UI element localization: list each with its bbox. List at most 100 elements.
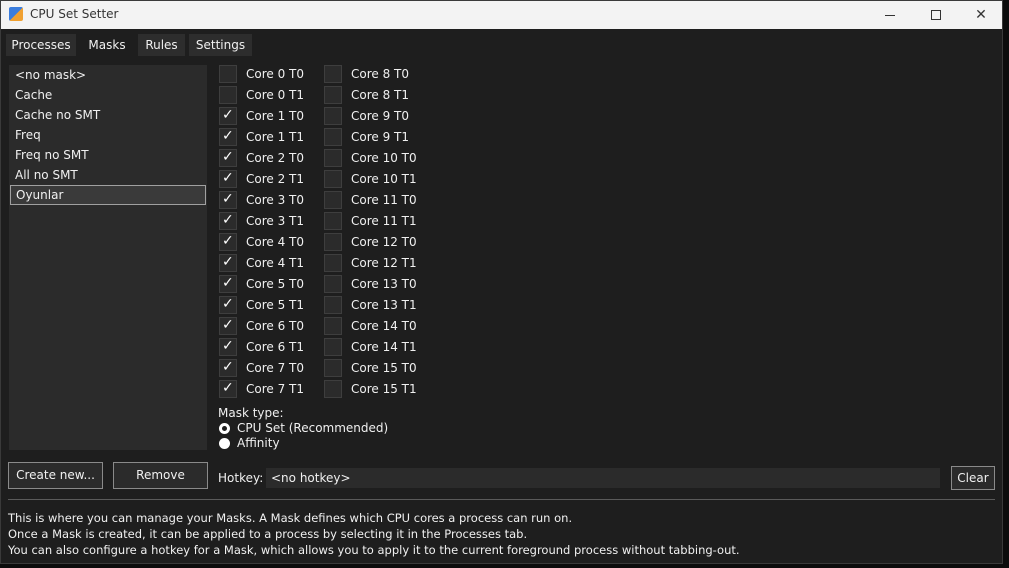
core-checkbox[interactable]: ✓ xyxy=(219,106,237,125)
core-checkbox-label: Core 11 T0 xyxy=(351,192,417,207)
radio-cpu-set[interactable]: CPU Set (Recommended) xyxy=(219,421,388,435)
core-checkbox-row[interactable]: Core 9 T1 xyxy=(324,126,417,147)
core-checkbox[interactable]: ✓ xyxy=(219,379,237,398)
tab-rules[interactable]: Rules xyxy=(138,34,185,56)
mask-list-item[interactable]: Cache no SMT xyxy=(9,105,207,125)
remove-button[interactable]: Remove xyxy=(113,462,208,489)
core-checkbox-row[interactable]: Core 13 T0 xyxy=(324,273,417,294)
core-checkbox[interactable]: ✓ xyxy=(219,295,237,314)
core-checkbox[interactable]: ✓ xyxy=(219,253,237,272)
core-checkbox-row[interactable]: ✓ Core 3 T0 xyxy=(219,189,304,210)
core-checkbox[interactable] xyxy=(324,85,342,104)
core-checkbox[interactable] xyxy=(324,295,342,314)
core-checkbox-label: Core 13 T0 xyxy=(351,276,417,291)
core-checkbox-row[interactable]: ✓ Core 7 T1 xyxy=(219,378,304,399)
core-checkbox-row[interactable]: Core 11 T0 xyxy=(324,189,417,210)
core-checkbox[interactable]: ✓ xyxy=(219,190,237,209)
tab-masks[interactable]: Masks xyxy=(80,34,134,56)
mask-list-item[interactable]: Freq xyxy=(9,125,207,145)
mask-list-item[interactable]: Oyunlar xyxy=(10,185,206,205)
core-checkbox[interactable] xyxy=(219,64,237,83)
checkmark-icon: ✓ xyxy=(222,379,234,396)
core-checkbox-row[interactable]: Core 15 T1 xyxy=(324,378,417,399)
core-checkbox-row[interactable]: ✓ Core 2 T1 xyxy=(219,168,304,189)
core-checkbox[interactable]: ✓ xyxy=(219,358,237,377)
mask-list-item[interactable]: All no SMT xyxy=(9,165,207,185)
core-checkbox-row[interactable]: Core 15 T0 xyxy=(324,357,417,378)
core-checkbox-row[interactable]: Core 12 T1 xyxy=(324,252,417,273)
close-button[interactable]: ✕ xyxy=(958,1,1004,29)
core-checkbox-row[interactable]: ✓ Core 3 T1 xyxy=(219,210,304,231)
maximize-button[interactable] xyxy=(913,1,959,29)
core-checkbox[interactable] xyxy=(324,253,342,272)
app-icon xyxy=(9,7,23,21)
tab-processes[interactable]: Processes xyxy=(6,34,76,56)
core-checkbox-row[interactable]: Core 14 T1 xyxy=(324,336,417,357)
core-checkbox-row[interactable]: ✓ Core 5 T0 xyxy=(219,273,304,294)
core-checkbox[interactable]: ✓ xyxy=(219,316,237,335)
core-checkbox[interactable]: ✓ xyxy=(219,148,237,167)
radio-cpu-set-indicator[interactable] xyxy=(219,422,230,434)
core-checkbox[interactable]: ✓ xyxy=(219,337,237,356)
core-checkbox-row[interactable]: ✓ Core 1 T0 xyxy=(219,105,304,126)
core-checkbox-label: Core 8 T0 xyxy=(351,66,410,81)
create-new-button[interactable]: Create new... xyxy=(8,462,103,489)
core-checkbox-row[interactable]: Core 9 T0 xyxy=(324,105,417,126)
core-checkbox-row[interactable]: ✓ Core 7 T0 xyxy=(219,357,304,378)
checkmark-icon: ✓ xyxy=(222,337,234,354)
core-checkbox[interactable] xyxy=(324,106,342,125)
core-checkbox[interactable]: ✓ xyxy=(219,211,237,230)
core-checkbox-row[interactable]: Core 8 T0 xyxy=(324,63,417,84)
radio-affinity-indicator[interactable] xyxy=(219,437,230,449)
core-checkbox[interactable] xyxy=(324,358,342,377)
core-checkbox-row[interactable]: Core 10 T0 xyxy=(324,147,417,168)
core-checkbox[interactable] xyxy=(324,127,342,146)
clear-hotkey-button[interactable]: Clear xyxy=(951,466,995,490)
core-checkbox-row[interactable]: ✓ Core 6 T1 xyxy=(219,336,304,357)
core-checkbox-row[interactable]: ✓ Core 4 T0 xyxy=(219,231,304,252)
core-checkbox-row[interactable]: ✓ Core 1 T1 xyxy=(219,126,304,147)
core-checkbox[interactable] xyxy=(324,232,342,251)
window-title: CPU Set Setter xyxy=(30,7,119,21)
mask-list-item[interactable]: Freq no SMT xyxy=(9,145,207,165)
core-checkbox[interactable]: ✓ xyxy=(219,232,237,251)
core-checkbox[interactable] xyxy=(324,64,342,83)
core-checkbox-row[interactable]: ✓ Core 2 T0 xyxy=(219,147,304,168)
core-checkbox-row[interactable]: Core 13 T1 xyxy=(324,294,417,315)
checkmark-icon: ✓ xyxy=(222,211,234,228)
core-checkbox[interactable] xyxy=(324,148,342,167)
core-checkbox-row[interactable]: Core 0 T1 xyxy=(219,84,304,105)
core-checkbox[interactable] xyxy=(324,337,342,356)
core-checkbox[interactable] xyxy=(324,169,342,188)
core-checkbox-row[interactable]: ✓ Core 6 T0 xyxy=(219,315,304,336)
core-checkbox-row[interactable]: Core 11 T1 xyxy=(324,210,417,231)
core-checkbox[interactable]: ✓ xyxy=(219,169,237,188)
core-checkbox-row[interactable]: Core 10 T1 xyxy=(324,168,417,189)
core-checkbox-row[interactable]: Core 0 T0 xyxy=(219,63,304,84)
info-text-line-2: Once a Mask is created, it can be applie… xyxy=(8,527,528,541)
checkmark-icon: ✓ xyxy=(222,316,234,333)
minimize-button[interactable] xyxy=(867,1,913,29)
checkmark-icon: ✓ xyxy=(222,148,234,165)
core-checkbox-row[interactable]: Core 8 T1 xyxy=(324,84,417,105)
core-checkbox-row[interactable]: Core 14 T0 xyxy=(324,315,417,336)
core-checkbox[interactable]: ✓ xyxy=(219,274,237,293)
core-checkbox[interactable] xyxy=(324,274,342,293)
radio-affinity[interactable]: Affinity xyxy=(219,436,280,450)
core-checkbox[interactable] xyxy=(324,379,342,398)
mask-list-item[interactable]: <no mask> xyxy=(9,65,207,85)
tab-settings[interactable]: Settings xyxy=(189,34,252,56)
core-checkbox-row[interactable]: ✓ Core 5 T1 xyxy=(219,294,304,315)
core-checkbox[interactable]: ✓ xyxy=(219,127,237,146)
core-checkbox-label: Core 8 T1 xyxy=(351,87,410,102)
hotkey-input[interactable]: <no hotkey> xyxy=(266,468,940,488)
core-checkbox-row[interactable]: Core 12 T0 xyxy=(324,231,417,252)
core-checkbox[interactable] xyxy=(324,211,342,230)
core-checkbox[interactable] xyxy=(219,85,237,104)
core-checkbox[interactable] xyxy=(324,190,342,209)
close-icon: ✕ xyxy=(975,7,987,23)
core-checkbox[interactable] xyxy=(324,316,342,335)
mask-list[interactable]: <no mask> Cache Cache no SMT Freq Freq no SM… xyxy=(9,65,207,450)
core-checkbox-row[interactable]: ✓ Core 4 T1 xyxy=(219,252,304,273)
mask-list-item[interactable]: Cache xyxy=(9,85,207,105)
